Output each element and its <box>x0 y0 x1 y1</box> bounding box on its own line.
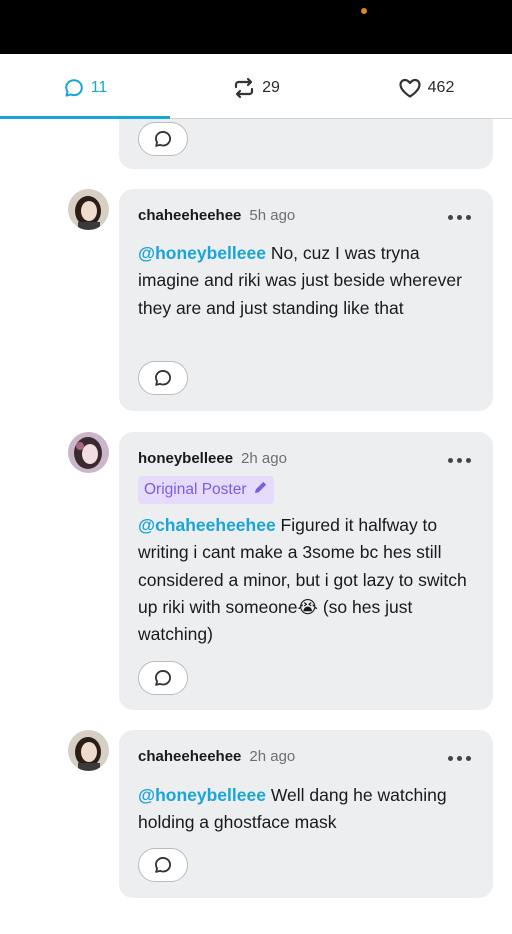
mention-link[interactable]: @chaheeheehee <box>138 515 276 535</box>
pencil-icon <box>253 480 268 500</box>
avatar[interactable] <box>68 432 109 473</box>
timestamp: 5h ago <box>249 207 296 224</box>
reply-card: honeybelleee 2h ago Original Poster @cha… <box>119 432 493 710</box>
username[interactable]: honeybelleee <box>138 450 233 467</box>
reply-text: @chaheeheehee Figured it halfway to writ… <box>138 515 467 645</box>
reply-text: @honeybelleee Well dang he watching hold… <box>138 785 447 833</box>
timestamp: 2h ago <box>249 748 296 765</box>
tab-likes[interactable]: 462 <box>341 58 511 118</box>
reply-button[interactable] <box>138 848 188 882</box>
replies-feed: chaheeheehee 5h ago @honeybelleee No, cu… <box>0 119 512 934</box>
mention-link[interactable]: @honeybelleee <box>138 785 266 805</box>
loudly-crying-emoji: 😭 <box>297 596 318 617</box>
more-options-icon[interactable] <box>448 215 471 220</box>
mention-link[interactable]: @honeybelleee <box>138 243 266 263</box>
replies-count: 11 <box>90 79 108 96</box>
original-poster-badge: Original Poster <box>138 476 274 504</box>
speech-bubble-icon <box>155 670 171 686</box>
status-bar <box>0 0 512 54</box>
speech-bubble-icon <box>155 857 171 873</box>
post-activity-tabs: 11 29 462 <box>0 58 512 119</box>
more-options-icon[interactable] <box>448 458 471 463</box>
reblogs-count: 29 <box>262 79 280 96</box>
reblog-icon <box>232 77 256 99</box>
reply-text: @honeybelleee No, cuz I was tryna imagin… <box>138 243 462 318</box>
reply-button[interactable] <box>138 361 188 395</box>
heart-icon <box>398 77 422 99</box>
speech-bubble-icon <box>63 77 85 99</box>
reply-button[interactable] <box>138 661 188 695</box>
reply-card: chaheeheehee 5h ago @honeybelleee No, cu… <box>119 189 493 411</box>
reply-card: chaheeheehee 2h ago @honeybelleee Well d… <box>119 730 493 898</box>
reply-button[interactable] <box>138 122 188 156</box>
username[interactable]: chaheeheehee <box>138 207 241 224</box>
tab-replies[interactable]: 11 <box>0 58 170 119</box>
speech-bubble-icon <box>155 370 171 386</box>
camera-indicator <box>361 8 367 14</box>
tab-reblogs[interactable]: 29 <box>171 58 341 118</box>
avatar[interactable] <box>68 189 109 230</box>
more-options-icon[interactable] <box>448 756 471 761</box>
speech-bubble-icon <box>155 131 171 147</box>
username[interactable]: chaheeheehee <box>138 748 241 765</box>
reply-card <box>119 119 493 169</box>
likes-count: 462 <box>427 79 455 96</box>
timestamp: 2h ago <box>241 450 287 467</box>
avatar[interactable] <box>68 730 109 771</box>
